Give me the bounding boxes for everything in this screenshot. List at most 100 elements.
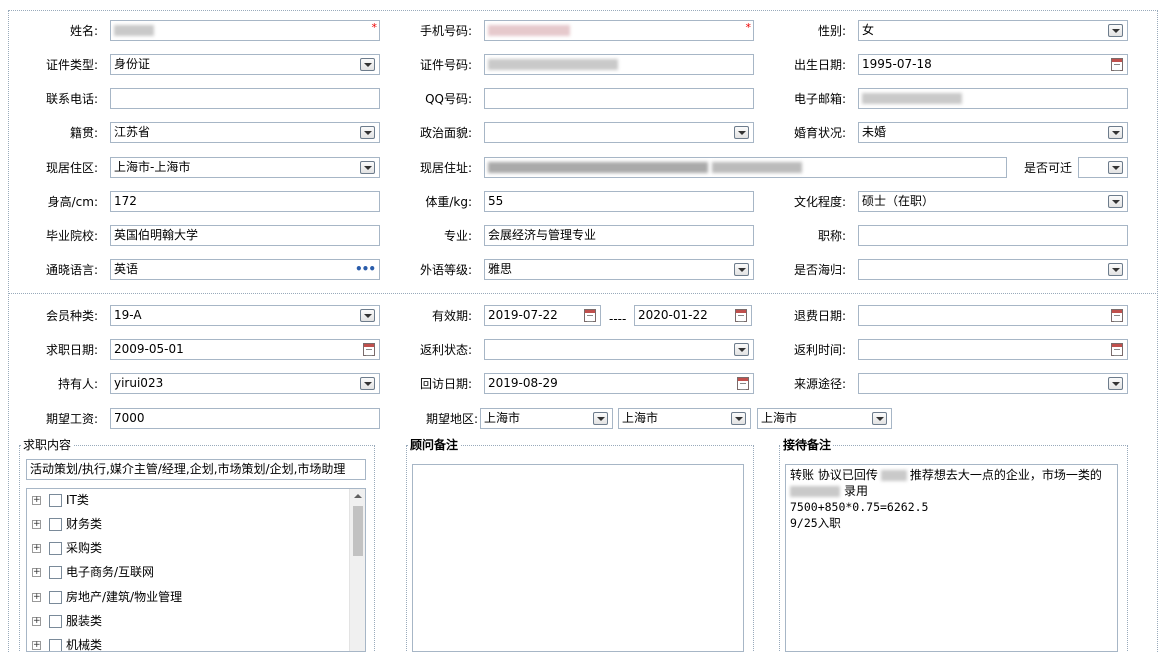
tree-item[interactable]: + 采购类 — [32, 538, 102, 558]
tree-item[interactable]: + 电子商务/互联网 — [32, 562, 154, 582]
chevron-down-icon[interactable] — [1108, 126, 1123, 139]
job-date-field[interactable]: 2009-05-01 — [110, 339, 380, 360]
more-icon[interactable]: ••• — [355, 263, 376, 275]
birth-date-field[interactable]: 1995-07-18 — [858, 54, 1128, 75]
holder-label: 持有人: — [57, 377, 98, 391]
residence-label: 现居住区: — [45, 161, 98, 175]
source-select[interactable] — [858, 373, 1128, 394]
expand-icon[interactable]: + — [32, 568, 41, 577]
expand-icon[interactable]: + — [32, 496, 41, 505]
idno-field[interactable] — [484, 54, 754, 75]
holder-select[interactable]: yirui023 — [110, 373, 380, 394]
major-field[interactable]: 会展经济与管理专业 — [484, 225, 754, 246]
chevron-down-icon[interactable] — [872, 412, 887, 425]
checkbox[interactable] — [49, 566, 62, 579]
chevron-down-icon[interactable] — [360, 161, 375, 174]
chevron-down-icon[interactable] — [1108, 161, 1123, 174]
political-select[interactable] — [484, 122, 754, 143]
calendar-icon[interactable] — [363, 343, 375, 356]
redacted-idno — [488, 59, 618, 70]
region-select-3[interactable]: 上海市 — [757, 408, 892, 429]
chevron-down-icon[interactable] — [360, 377, 375, 390]
salary-field[interactable]: 7000 — [110, 408, 380, 429]
checkbox[interactable] — [49, 518, 62, 531]
chevron-down-icon[interactable] — [734, 126, 749, 139]
member-type-select[interactable]: 19-A — [110, 305, 380, 326]
chevron-down-icon[interactable] — [593, 412, 608, 425]
checkbox[interactable] — [49, 615, 62, 628]
valid-from-field[interactable]: 2019-07-22 — [484, 305, 601, 326]
expand-icon[interactable]: + — [32, 520, 41, 529]
tree-scrollbar[interactable] — [349, 489, 365, 651]
scroll-up-icon[interactable] — [354, 494, 362, 498]
region-select-2[interactable]: 上海市 — [618, 408, 751, 429]
chevron-down-icon[interactable] — [1108, 377, 1123, 390]
expand-icon[interactable]: + — [32, 593, 41, 602]
tree-item[interactable]: + 服装类 — [32, 611, 102, 631]
reception-note-textarea[interactable]: 转账 协议已回传 推荐想去大一点的企业，市场一类的 录用 7500+850*0.7… — [785, 464, 1118, 652]
language-label: 通晓语言: — [45, 263, 98, 277]
relocate-select[interactable] — [1078, 157, 1128, 178]
chevron-down-icon[interactable] — [360, 58, 375, 71]
checkbox[interactable] — [49, 591, 62, 604]
checkbox[interactable] — [49, 639, 62, 651]
residence-select[interactable]: 上海市-上海市 — [110, 157, 380, 178]
rebate-time-field[interactable] — [858, 339, 1128, 360]
calendar-icon[interactable] — [584, 309, 596, 322]
education-select[interactable]: 硕士（在职） — [858, 191, 1128, 212]
mobile-field[interactable]: * — [484, 20, 754, 41]
chevron-down-icon[interactable] — [360, 126, 375, 139]
weight-field[interactable]: 55 — [484, 191, 754, 212]
region-select-1[interactable]: 上海市 — [480, 408, 613, 429]
idtype-select[interactable]: 身份证 — [110, 54, 380, 75]
birth-value: 1995-07-18 — [862, 57, 932, 71]
calendar-icon[interactable] — [1111, 343, 1123, 356]
major-value: 会展经济与管理专业 — [488, 228, 597, 242]
calendar-icon[interactable] — [735, 309, 747, 322]
advisor-note-textarea[interactable] — [412, 464, 744, 652]
chevron-down-icon[interactable] — [1108, 195, 1123, 208]
tree-item[interactable]: + 机械类 — [32, 635, 102, 651]
calendar-icon[interactable] — [737, 377, 749, 390]
height-field[interactable]: 172 — [110, 191, 380, 212]
checkbox[interactable] — [49, 494, 62, 507]
job-category-tree[interactable]: + IT类 + 财务类 + 采购类 + 电子商务/互联网 + 房地产/建筑/物业管理 + 服… — [26, 488, 366, 652]
expand-icon[interactable]: + — [32, 544, 41, 553]
name-field[interactable]: * — [110, 20, 380, 41]
birth-label: 出生日期: — [793, 58, 846, 72]
language-field[interactable]: 英语 ••• — [110, 259, 380, 280]
checkbox[interactable] — [49, 542, 62, 555]
forlevel-select[interactable]: 雅思 — [484, 259, 754, 280]
job-content-summary-text: 活动策划/执行,媒介主管/经理,企划,市场策划/企划,市场助理 — [30, 462, 346, 476]
email-field[interactable] — [858, 88, 1128, 109]
chevron-down-icon[interactable] — [731, 412, 746, 425]
scroll-thumb[interactable] — [353, 506, 363, 556]
chevron-down-icon[interactable] — [734, 263, 749, 276]
job-content-summary[interactable]: 活动策划/执行,媒介主管/经理,企划,市场策划/企划,市场助理 — [26, 459, 366, 480]
phone-field[interactable] — [110, 88, 380, 109]
refund-date-field[interactable] — [858, 305, 1128, 326]
tree-item[interactable]: + 房地产/建筑/物业管理 — [32, 587, 182, 607]
tree-item[interactable]: + 财务类 — [32, 514, 102, 534]
gender-select[interactable]: 女 — [858, 20, 1128, 41]
marital-select[interactable]: 未婚 — [858, 122, 1128, 143]
address-field[interactable] — [484, 157, 1007, 178]
expand-icon[interactable]: + — [32, 641, 41, 650]
overseas-select[interactable] — [858, 259, 1128, 280]
qq-field[interactable] — [484, 88, 754, 109]
chevron-down-icon[interactable] — [734, 343, 749, 356]
tree-item[interactable]: + IT类 — [32, 490, 89, 510]
native-select[interactable]: 江苏省 — [110, 122, 380, 143]
chevron-down-icon[interactable] — [360, 309, 375, 322]
rebate-status-select[interactable] — [484, 339, 754, 360]
school-field[interactable]: 英国伯明翰大学 — [110, 225, 380, 246]
visit-date-field[interactable]: 2019-08-29 — [484, 373, 754, 394]
chevron-down-icon[interactable] — [1108, 24, 1123, 37]
chevron-down-icon[interactable] — [1108, 263, 1123, 276]
expand-icon[interactable]: + — [32, 617, 41, 626]
calendar-icon[interactable] — [1111, 309, 1123, 322]
title-field[interactable] — [858, 225, 1128, 246]
relocate-label: 是否可迁 — [1023, 161, 1072, 175]
calendar-icon[interactable] — [1111, 58, 1123, 71]
valid-to-field[interactable]: 2020-01-22 — [634, 305, 752, 326]
